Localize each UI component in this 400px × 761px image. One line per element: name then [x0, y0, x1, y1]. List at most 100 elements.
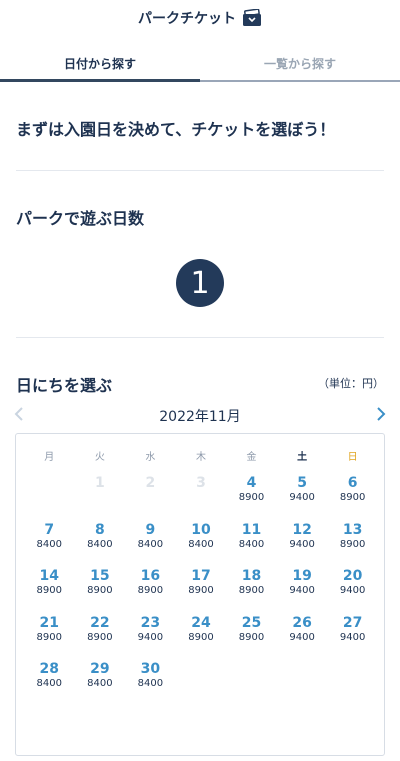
day-price: 9400 [289, 585, 315, 596]
calendar-day[interactable]: 9 8400 [125, 521, 176, 568]
unit-label: （単位：円） [318, 377, 384, 390]
day-price: 8400 [137, 678, 164, 689]
divider [16, 170, 384, 171]
day-price: 8900 [87, 631, 113, 643]
day-price: 8400 [36, 538, 62, 550]
day-price: 8400 [137, 538, 164, 550]
day-number: 27 [342, 614, 363, 631]
day-price: 9400 [289, 631, 315, 643]
day-number: 19 [292, 568, 312, 584]
day-price: 8900 [339, 538, 366, 550]
day-number: 4 [246, 475, 257, 491]
day-price: 8900 [188, 585, 214, 596]
day-price: 8900 [339, 492, 366, 503]
day-number: 24 [191, 614, 211, 631]
calendar-day[interactable]: 13 8900 [327, 521, 378, 568]
calendar-day: 2 [125, 474, 176, 521]
days-value: 1 [190, 265, 210, 301]
calendar-day[interactable]: 26 9400 [277, 614, 328, 661]
month-label: 2022年11月 [159, 409, 241, 425]
calendar-day[interactable]: 10 8400 [176, 521, 227, 568]
day-price: 9400 [339, 631, 366, 643]
day-price: 9400 [339, 585, 366, 596]
calendar-day[interactable]: 24 8900 [176, 614, 227, 661]
weekday-label: 火 [94, 452, 105, 463]
calendar-day[interactable]: 30 8400 [125, 660, 176, 707]
day-number: 22 [90, 614, 110, 631]
tab-by-date[interactable]: 日付から探す [0, 44, 200, 82]
day-number: 23 [140, 614, 161, 631]
calendar-day[interactable]: 22 8900 [75, 614, 126, 661]
calendar-day[interactable]: 18 8900 [226, 567, 277, 614]
weekday-header: 月 火 水 木 金 土 日 [24, 448, 378, 463]
tab-label: 日付から探す [63, 57, 136, 71]
day-number: 15 [90, 568, 110, 584]
calendar-day[interactable]: 16 8900 [125, 567, 176, 614]
weekday-label: 月 [44, 452, 55, 463]
day-price: 8400 [87, 538, 113, 550]
calendar-day[interactable]: 7 8400 [24, 521, 75, 568]
day-number: 30 [140, 661, 161, 677]
calendar-day[interactable]: 20 9400 [327, 567, 378, 614]
calendar-day[interactable]: 6 8900 [327, 474, 378, 521]
tab-indicator [200, 80, 400, 82]
day-price: 8900 [238, 492, 265, 503]
calendar-week: 7 8400 8 8400 9 8400 10 8400 11 8400 12 9400 13 8900 [24, 521, 378, 568]
day-number: 12 [292, 521, 312, 538]
calendar-day[interactable]: 5 9400 [277, 474, 328, 521]
calendar-day: 1 [75, 474, 126, 521]
calendar-empty-cell [176, 660, 227, 707]
day-number: 2 [145, 475, 156, 491]
weekday-label: 日 [347, 452, 358, 463]
day-number: 29 [90, 661, 110, 677]
day-number: 10 [191, 521, 211, 538]
day-price: 8900 [188, 631, 214, 643]
calendar-week: 14 8900 15 8900 16 8900 17 8900 18 8900 19 9400 20 94… [24, 567, 378, 614]
calendar: 月 火 水 木 金 土 日 1 2 3 4 8900 5 9400 6 8900 7 8400 8 84… [15, 433, 385, 756]
day-number: 21 [39, 614, 60, 631]
calendar-day[interactable]: 28 8400 [24, 660, 75, 707]
app-header: パークチケット [0, 0, 400, 36]
day-price: 8900 [87, 585, 113, 596]
month-navigation: 2022年11月 [0, 404, 400, 426]
calendar-day[interactable]: 19 9400 [277, 567, 328, 614]
calendar-day[interactable]: 21 8900 [24, 614, 75, 661]
day-number: 1 [94, 475, 105, 491]
calendar-day[interactable]: 15 8900 [75, 567, 126, 614]
day-number: 17 [191, 568, 211, 584]
calendar-day[interactable]: 17 8900 [176, 567, 227, 614]
calendar-day[interactable]: 23 9400 [125, 614, 176, 661]
calendar-day[interactable]: 27 9400 [327, 614, 378, 661]
day-number: 26 [292, 614, 312, 631]
days-selector[interactable]: 1 [176, 259, 224, 307]
day-price: 9400 [289, 492, 315, 503]
day-price: 9400 [137, 631, 164, 643]
day-price: 8900 [36, 631, 62, 643]
calendar-day[interactable]: 11 8400 [226, 521, 277, 568]
day-price: 8400 [87, 678, 113, 689]
page-title: パークチケット [138, 11, 236, 27]
calendar-day[interactable]: 14 8900 [24, 567, 75, 614]
day-number: 14 [39, 568, 60, 584]
day-number: 8 [94, 521, 105, 538]
weekday-label: 土 [297, 452, 308, 463]
calendar-day[interactable]: 12 9400 [277, 521, 328, 568]
day-price: 9400 [289, 538, 315, 550]
day-number: 6 [347, 475, 358, 491]
day-price: 8900 [238, 631, 265, 643]
divider [16, 337, 384, 338]
chevron-right-icon[interactable] [374, 406, 388, 422]
calendar-day[interactable]: 29 8400 [75, 660, 126, 707]
calendar-empty-cell [277, 660, 328, 707]
calendar-day[interactable]: 8 8400 [75, 521, 126, 568]
day-number: 28 [39, 661, 60, 677]
calendar-day[interactable]: 4 8900 [226, 474, 277, 521]
day-number: 7 [44, 521, 55, 538]
tab-list[interactable]: 一覧から探す [200, 44, 400, 82]
calendar-week: 1 2 3 4 8900 5 9400 6 8900 [24, 474, 378, 521]
calendar-day[interactable]: 25 8900 [226, 614, 277, 661]
calendar-week: 21 8900 22 8900 23 9400 24 8900 25 8900 26 9400 27 94… [24, 614, 378, 661]
weekday-label: 木 [195, 452, 206, 463]
ticket-icon [243, 9, 261, 26]
day-price: 8900 [238, 585, 265, 596]
